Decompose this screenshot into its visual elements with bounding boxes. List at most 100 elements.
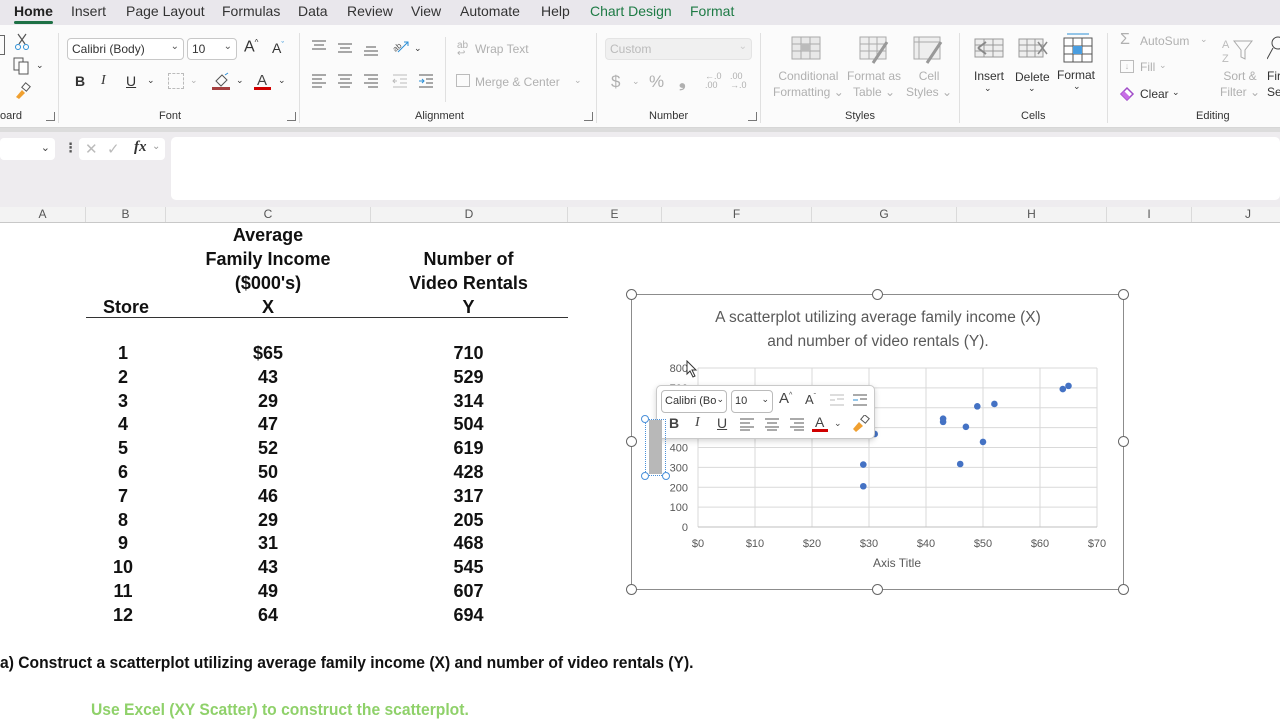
resize-handle-top[interactable] <box>872 289 883 300</box>
cut-icon[interactable] <box>14 33 30 51</box>
table-cell-income[interactable]: 46 <box>168 486 368 507</box>
autosum-dropdown-icon[interactable]: ⌄ <box>1200 34 1208 45</box>
axis-title-handle[interactable] <box>641 415 649 423</box>
format-painter-icon[interactable] <box>14 82 32 100</box>
table-cell-income[interactable]: 29 <box>168 510 368 531</box>
table-cell-store[interactable]: 12 <box>86 605 160 626</box>
insert-dropdown-icon[interactable]: ⌄ <box>984 83 992 94</box>
column-header-a[interactable]: A <box>0 207 86 222</box>
copy-icon[interactable] <box>13 57 33 75</box>
table-cell-rentals[interactable]: 710 <box>370 343 567 364</box>
table-cell-rentals[interactable]: 545 <box>370 557 567 578</box>
table-cell-income[interactable]: 64 <box>168 605 368 626</box>
enter-icon[interactable]: ✓ <box>107 140 120 158</box>
insert-cells-button[interactable]: Insert <box>974 69 1004 83</box>
tab-insert[interactable]: Insert <box>71 3 106 19</box>
mini-decrease-indent-icon[interactable] <box>829 394 845 406</box>
increase-font-size-icon[interactable]: A^ <box>244 38 258 56</box>
mini-align-left-icon[interactable] <box>739 418 755 431</box>
conditional-formatting-icon[interactable] <box>791 36 821 64</box>
currency-dropdown-icon[interactable]: ⌄ <box>632 76 640 87</box>
mini-align-center-icon[interactable] <box>764 418 780 431</box>
font-size-dropdown[interactable]: 10 ⌄ <box>187 38 237 60</box>
table-cell-store[interactable]: 9 <box>86 533 160 554</box>
column-header-d[interactable]: D <box>371 207 568 222</box>
mini-decrease-font-icon[interactable]: Aˇ <box>805 392 816 407</box>
font-name-dropdown[interactable]: Calibri (Body) ⌄ <box>67 38 184 60</box>
decrease-indent-icon[interactable] <box>392 74 408 88</box>
comma-style-button[interactable]: ❟ <box>679 72 686 92</box>
resize-handle-right[interactable] <box>1118 436 1129 447</box>
table-cell-income[interactable]: 43 <box>168 557 368 578</box>
borders-dropdown-icon[interactable]: ⌄ <box>190 75 198 86</box>
find-select-button[interactable]: Fir Sel <box>1267 68 1280 100</box>
chevron-down-icon[interactable]: ⌄ <box>152 141 160 152</box>
copy-dropdown-icon[interactable]: ⌄ <box>36 60 44 71</box>
table-cell-income[interactable]: 47 <box>168 414 368 435</box>
column-header-b[interactable]: B <box>86 207 166 222</box>
mini-font-color-icon[interactable]: A <box>812 414 830 434</box>
sort-filter-button[interactable]: Sort & Filter ⌄ <box>1220 68 1260 100</box>
middle-align-icon[interactable] <box>337 42 353 54</box>
wrap-text-button[interactable]: Wrap Text <box>475 42 529 56</box>
resize-handle-bottom[interactable] <box>872 584 883 595</box>
tab-format[interactable]: Format <box>690 3 734 19</box>
table-cell-income[interactable]: 29 <box>168 391 368 412</box>
align-right-icon[interactable] <box>363 74 379 88</box>
mini-increase-indent-icon[interactable] <box>852 394 868 406</box>
fill-color-dropdown-icon[interactable]: ⌄ <box>236 75 244 86</box>
table-cell-rentals[interactable]: 607 <box>370 581 567 602</box>
table-cell-rentals[interactable]: 504 <box>370 414 567 435</box>
font-launcher-icon[interactable] <box>287 112 296 121</box>
table-cell-rentals[interactable]: 529 <box>370 367 567 388</box>
merge-center-button[interactable]: Merge & Center <box>475 75 560 89</box>
mini-font-name-dropdown[interactable]: Calibri (Bo ⌄ <box>661 390 727 413</box>
cell-styles-button[interactable]: Cell Styles ⌄ <box>906 68 952 100</box>
table-cell-rentals[interactable]: 694 <box>370 605 567 626</box>
tab-chart-design[interactable]: Chart Design <box>590 3 672 19</box>
table-cell-rentals[interactable]: 314 <box>370 391 567 412</box>
autosum-button[interactable]: AutoSum <box>1140 34 1189 48</box>
resize-handle-top-left[interactable] <box>626 289 637 300</box>
column-header-c[interactable]: C <box>166 207 371 222</box>
orientation-dropdown-icon[interactable]: ⌄ <box>414 43 422 54</box>
font-color-dropdown-icon[interactable]: ⌄ <box>278 75 286 86</box>
clear-button[interactable]: Clear <box>1140 87 1169 101</box>
tab-home[interactable]: Home <box>14 3 53 24</box>
resize-handle-bottom-right[interactable] <box>1118 584 1129 595</box>
mini-increase-font-icon[interactable]: A^ <box>779 390 792 407</box>
column-header-e[interactable]: E <box>568 207 662 222</box>
font-color-icon[interactable]: A <box>254 71 272 91</box>
table-cell-store[interactable]: 5 <box>86 438 160 459</box>
mini-italic-icon[interactable]: I <box>695 415 700 431</box>
underline-dropdown-icon[interactable]: ⌄ <box>147 75 155 86</box>
fill-dropdown-icon[interactable]: ⌄ <box>1159 60 1167 71</box>
cancel-icon[interactable]: ✕ <box>85 140 98 158</box>
format-cells-button[interactable]: Format <box>1057 68 1095 82</box>
table-cell-rentals[interactable]: 317 <box>370 486 567 507</box>
bottom-align-icon[interactable] <box>363 44 379 56</box>
y-axis-title-selection[interactable] <box>645 419 666 476</box>
table-cell-rentals[interactable]: 468 <box>370 533 567 554</box>
decrease-decimal-icon[interactable]: .00 →.0 <box>730 72 747 90</box>
increase-decimal-icon[interactable]: ←.0.00 <box>705 72 722 90</box>
mini-align-right-icon[interactable] <box>789 418 805 431</box>
table-cell-income[interactable]: 50 <box>168 462 368 483</box>
axis-title-handle[interactable] <box>641 472 649 480</box>
table-cell-store[interactable]: 7 <box>86 486 160 507</box>
column-header-i[interactable]: I <box>1107 207 1192 222</box>
table-cell-income[interactable]: 52 <box>168 438 368 459</box>
table-cell-store[interactable]: 10 <box>86 557 160 578</box>
find-select-icon[interactable] <box>1267 33 1280 65</box>
top-align-icon[interactable] <box>311 40 327 52</box>
insert-function-icon[interactable]: fx <box>134 139 147 156</box>
bold-icon[interactable]: B <box>75 73 85 89</box>
orientation-icon[interactable]: ab <box>392 38 410 54</box>
alignment-launcher-icon[interactable] <box>584 112 593 121</box>
tab-formulas[interactable]: Formulas <box>222 3 280 19</box>
italic-icon[interactable]: I <box>101 73 106 89</box>
table-cell-income[interactable]: $65 <box>168 343 368 364</box>
formula-input[interactable] <box>171 137 1280 200</box>
table-cell-store[interactable]: 1 <box>86 343 160 364</box>
table-cell-rentals[interactable]: 205 <box>370 510 567 531</box>
